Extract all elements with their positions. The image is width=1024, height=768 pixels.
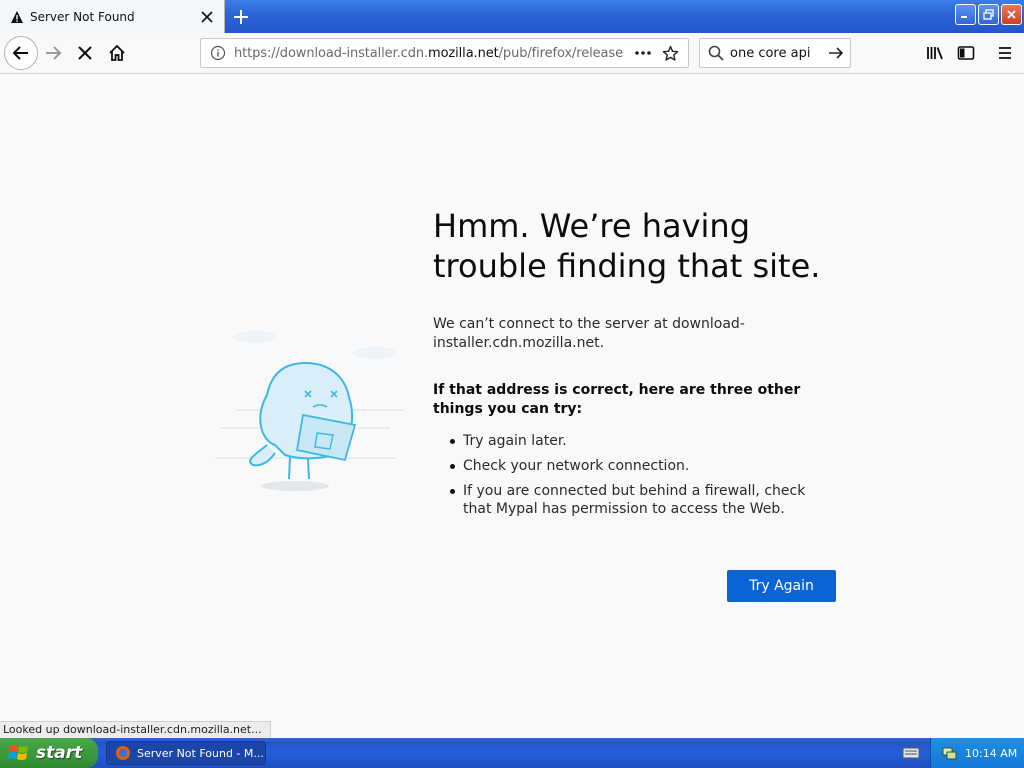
error-illustration — [215, 331, 405, 491]
window-close-icon[interactable] — [1001, 4, 1022, 25]
error-title: Hmm. We’re having trouble finding that s… — [433, 207, 821, 285]
restore-icon[interactable] — [978, 4, 999, 25]
sidebar-icon[interactable] — [951, 38, 981, 68]
taskbar-item-browser[interactable]: Server Not Found - M... — [106, 741, 266, 765]
list-item: Try again later. — [433, 432, 833, 450]
tab-server-not-found[interactable]: Server Not Found — [0, 0, 225, 33]
stop-icon[interactable] — [70, 38, 100, 68]
info-icon[interactable] — [210, 45, 226, 61]
back-icon[interactable] — [4, 36, 38, 70]
firefox-icon — [116, 746, 130, 760]
star-icon[interactable] — [662, 45, 679, 62]
keyboard-icon[interactable] — [902, 746, 920, 760]
search-icon — [708, 45, 724, 61]
error-description: We can’t connect to the server at downlo… — [433, 316, 745, 351]
url-domain: mozilla.net — [428, 45, 499, 61]
minimize-icon[interactable] — [955, 4, 976, 25]
system-tray: 10:14 AM — [930, 738, 1024, 768]
arrow-right-icon[interactable] — [828, 45, 844, 61]
status-text: Looked up download-installer.cdn.mozilla… — [0, 721, 271, 738]
warning-icon — [11, 10, 23, 23]
url-bar[interactable]: https://download-installer.cdn.mozilla.n… — [200, 38, 689, 68]
tab-title: Server Not Found — [30, 9, 135, 24]
url-prefix: https://download-installer.cdn. — [234, 45, 429, 61]
taskbar: start Server Not Found - M... 10:14 AM — [0, 738, 1024, 768]
forward-icon[interactable] — [38, 38, 68, 68]
library-icon[interactable] — [920, 38, 950, 68]
tips-list: Try again later. Check your network conn… — [433, 432, 833, 525]
windows-logo-icon — [8, 745, 28, 760]
tab-strip: Server Not Found — [0, 0, 1024, 33]
network-icon[interactable] — [941, 745, 957, 761]
try-again-button[interactable]: Try Again — [727, 570, 836, 602]
taskbar-item-label: Server Not Found - M... — [137, 746, 264, 760]
nav-toolbar: https://download-installer.cdn.mozilla.n… — [0, 33, 1024, 74]
start-label: start — [36, 743, 83, 763]
menu-icon[interactable] — [990, 38, 1020, 68]
search-input[interactable]: one core api — [730, 46, 828, 61]
home-icon[interactable] — [102, 38, 132, 68]
url-text[interactable]: https://download-installer.cdn.mozilla.n… — [234, 46, 624, 61]
list-item: If you are connected but behind a firewa… — [433, 482, 833, 518]
list-item: Check your network connection. — [433, 457, 833, 475]
url-suffix: /pub/firefox/releases/5 — [498, 45, 624, 61]
start-button[interactable]: start — [0, 738, 98, 768]
tips-heading: If that address is correct, here are thr… — [433, 382, 801, 417]
search-bar[interactable]: one core api — [699, 38, 851, 68]
more-icon[interactable] — [634, 50, 652, 56]
clock: 10:14 AM — [965, 746, 1018, 760]
plus-icon[interactable] — [229, 5, 253, 29]
close-icon[interactable] — [198, 8, 216, 26]
